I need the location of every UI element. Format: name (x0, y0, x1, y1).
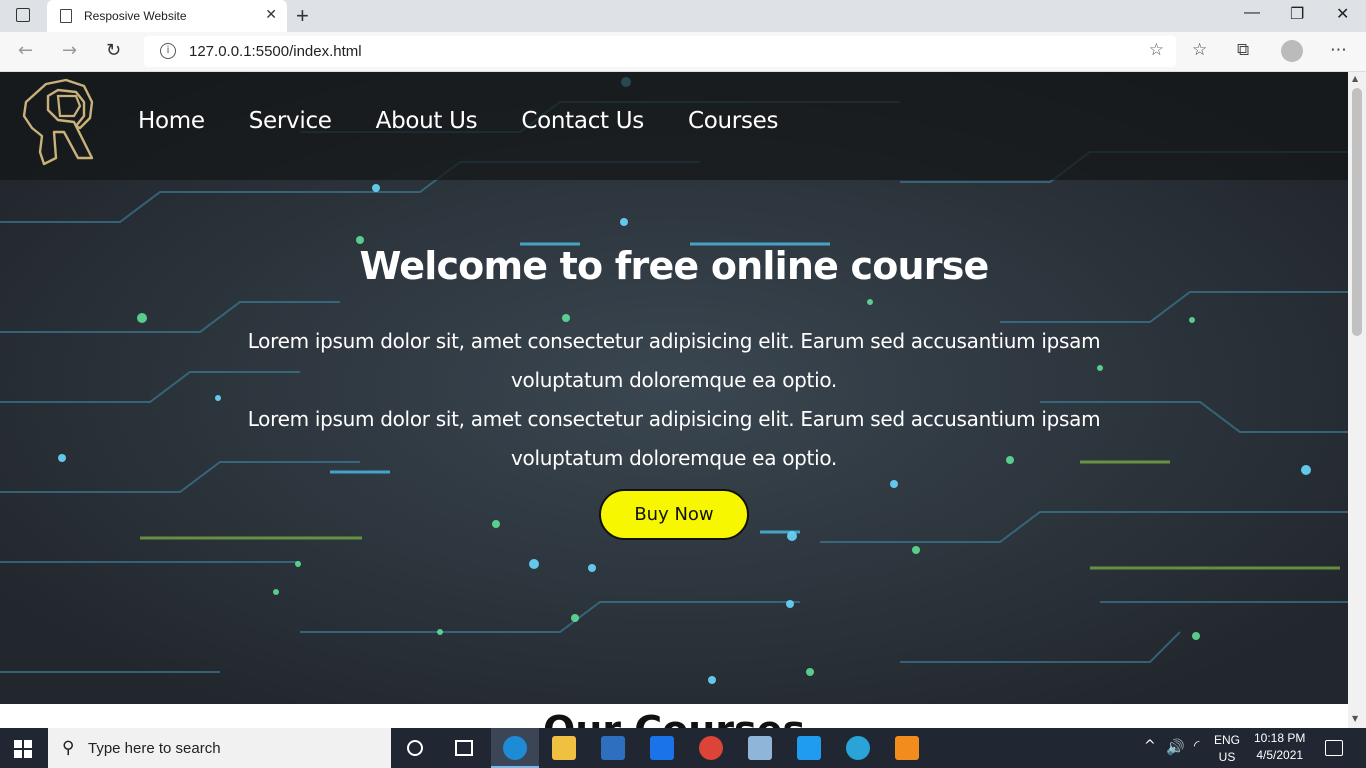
notepad-icon[interactable] (748, 736, 772, 760)
network-icon[interactable]: ◜ (1194, 738, 1199, 754)
back-icon[interactable]: ← (18, 40, 33, 61)
scroll-down-icon[interactable]: ▼ (1352, 714, 1358, 723)
section-heading-our-courses: Our Courses (0, 708, 1348, 728)
add-favorite-icon[interactable]: ☆ (1149, 40, 1164, 60)
page-viewport: Home Service About Us Contact Us Courses… (0, 72, 1348, 728)
clock[interactable]: 10:18 PM 4/5/2021 (1254, 730, 1305, 764)
search-placeholder[interactable]: Type here to search (88, 740, 221, 757)
task-view-icon[interactable] (455, 740, 473, 756)
clock-time: 10:18 PM (1254, 731, 1306, 745)
nav-home[interactable]: Home (138, 108, 205, 134)
favorites-icon[interactable]: ☆ (1192, 40, 1207, 60)
url-text[interactable]: 127.0.0.1:5500/index.html (189, 43, 362, 60)
volume-icon[interactable]: 🔊 (1166, 738, 1185, 756)
scroll-up-icon[interactable]: ▲ (1352, 74, 1358, 83)
tab-title: Resposive Website (84, 9, 187, 23)
hero-paragraph-2: Lorem ipsum dolor sit, amet consectetur … (247, 407, 1101, 470)
tray-chevron-icon[interactable]: ^ (1144, 738, 1156, 754)
more-menu-icon[interactable]: ⋯ (1330, 40, 1347, 60)
main-menu: Home Service About Us Contact Us Courses (138, 108, 778, 134)
nav-contact-us[interactable]: Contact Us (521, 108, 644, 134)
refresh-icon[interactable]: ↻ (106, 40, 121, 61)
restore-button[interactable]: ❐ (1290, 4, 1304, 24)
store-icon[interactable] (601, 736, 625, 760)
hero-paragraph-1: Lorem ipsum dolor sit, amet consectetur … (247, 329, 1101, 392)
nav-about-us[interactable]: About Us (376, 108, 478, 134)
lion-r-logo[interactable] (18, 76, 98, 168)
forward-icon[interactable]: → (62, 40, 77, 61)
taskbar-search[interactable]: ⚲ Type here to search (48, 728, 391, 768)
buy-now-button[interactable]: Buy Now (599, 489, 749, 540)
browser-tab[interactable]: Resposive Website ✕ (47, 0, 287, 32)
new-tab-button[interactable]: + (296, 3, 309, 29)
tab-actions-icon[interactable] (16, 8, 30, 22)
close-window-button[interactable]: ✕ (1336, 4, 1349, 24)
hero-title: Welcome to free online course (359, 244, 989, 288)
scrollbar-thumb[interactable] (1352, 88, 1362, 336)
page-icon (60, 9, 72, 23)
vscode-icon[interactable] (797, 736, 821, 760)
windows-start-icon[interactable] (14, 740, 32, 758)
windows-taskbar: ⚲ Type here to search ^ 🔊 ◜ ENG US 10:18… (0, 728, 1366, 768)
minimize-button[interactable]: — (1244, 4, 1260, 22)
file-explorer-icon[interactable] (552, 736, 576, 760)
edge-beta-icon[interactable] (846, 736, 870, 760)
search-icon: ⚲ (62, 738, 75, 758)
collections-icon[interactable]: ⧉ (1237, 40, 1249, 60)
hero-description: Lorem ipsum dolor sit, amet consectetur … (214, 322, 1134, 478)
clock-date: 4/5/2021 (1256, 748, 1304, 762)
chrome-icon[interactable] (699, 736, 723, 760)
site-info-icon[interactable]: i (160, 43, 176, 59)
region-text: US (1218, 750, 1236, 764)
tab-close-icon[interactable]: ✕ (265, 7, 277, 23)
language-indicator[interactable]: ENG US (1214, 732, 1240, 766)
page-scrollbar[interactable]: ▲ ▼ (1348, 72, 1366, 728)
browser-tab-strip: Resposive Website ✕ + — ❐ ✕ (0, 0, 1366, 32)
mail-icon[interactable] (650, 736, 674, 760)
address-toolbar: ← → ↻ i 127.0.0.1:5500/index.html ☆ ☆ ⧉ … (0, 32, 1366, 72)
url-bar[interactable]: i 127.0.0.1:5500/index.html ☆ (144, 36, 1176, 67)
edge-icon[interactable] (503, 736, 527, 760)
language-text: ENG (1214, 733, 1241, 747)
nav-service[interactable]: Service (249, 108, 332, 134)
hero-section: Home Service About Us Contact Us Courses… (0, 72, 1348, 704)
cortana-icon[interactable] (407, 740, 423, 756)
profile-avatar[interactable] (1281, 40, 1303, 62)
notifications-icon[interactable] (1325, 740, 1343, 756)
nav-courses[interactable]: Courses (688, 108, 778, 134)
vlc-icon[interactable] (895, 736, 919, 760)
site-navbar: Home Service About Us Contact Us Courses (0, 72, 1348, 180)
